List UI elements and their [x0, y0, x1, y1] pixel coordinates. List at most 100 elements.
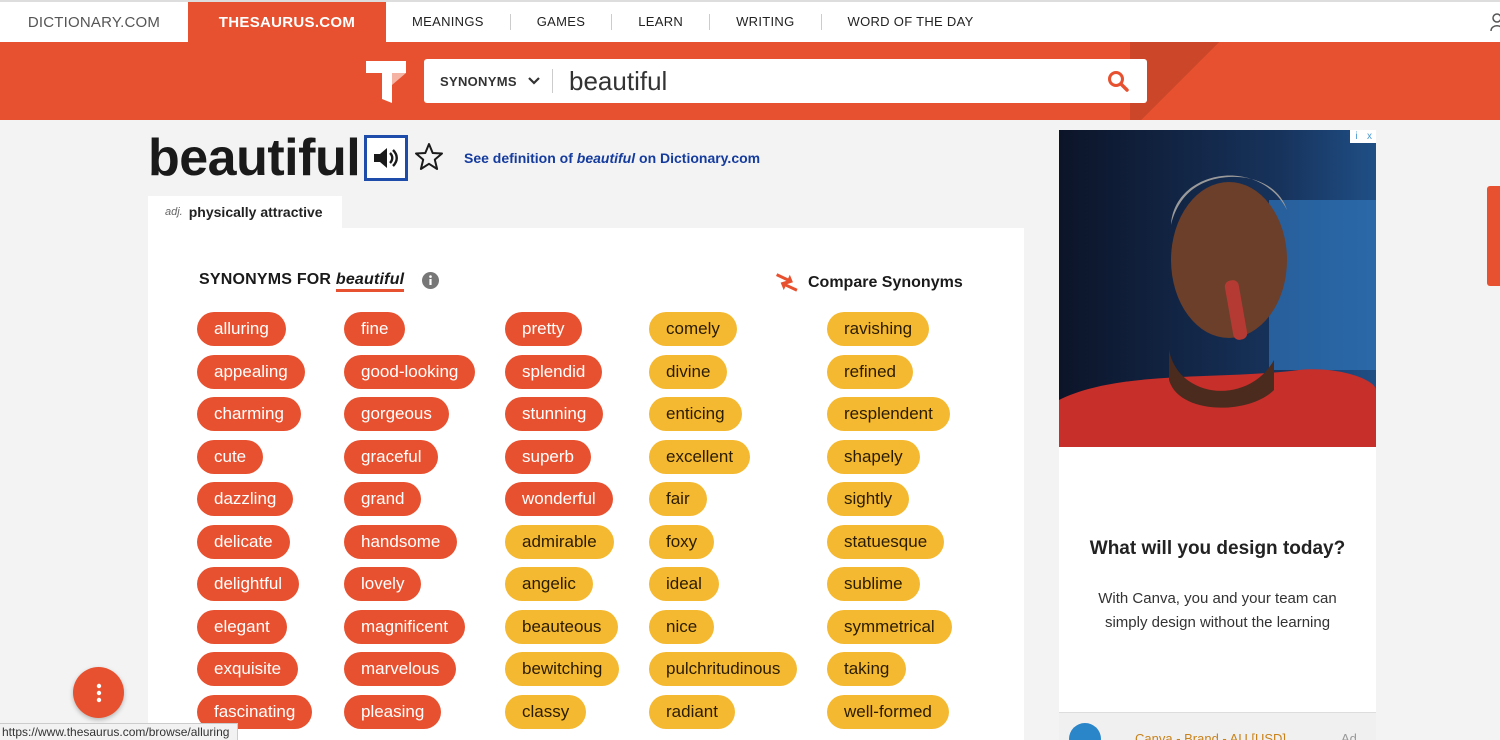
search-icon[interactable] [1107, 70, 1129, 92]
synonyms-heading-prefix: SYNONYMS FOR [199, 271, 336, 288]
user-icon[interactable] [1490, 12, 1500, 32]
synonym-chip[interactable]: delicate [197, 524, 290, 559]
nav-link-games[interactable]: GAMES [511, 14, 613, 30]
feedback-tab[interactable] [1487, 186, 1500, 286]
synonym-chip[interactable]: superb [505, 439, 591, 474]
chevron-down-icon [528, 77, 540, 85]
synonym-chip[interactable]: gorgeous [344, 397, 449, 431]
synonym-chip[interactable]: sightly [827, 482, 910, 516]
nav-thesaurus-link[interactable]: THESAURUS.COM [188, 2, 386, 42]
pronunciation-audio-button[interactable] [364, 135, 408, 181]
synonym-chip[interactable]: fair [649, 482, 707, 516]
definition-text: physically attractive [188, 204, 323, 220]
synonym-chip[interactable]: wonderful [505, 482, 613, 516]
synonym-chip[interactable]: well-formed [827, 694, 949, 729]
ad-close-badge[interactable]: x [1363, 130, 1376, 143]
ad-photo[interactable]: i x [1059, 130, 1376, 447]
synonyms-heading: SYNONYMS FOR beautiful [199, 271, 405, 292]
synonym-chip[interactable]: excellent [649, 439, 751, 474]
ad-headline: What will you design today? [1089, 538, 1346, 559]
synonym-chip[interactable]: delightful [197, 567, 300, 601]
synonym-chip[interactable]: refined [827, 354, 913, 389]
synonyms-heading-word: beautiful [335, 271, 405, 292]
synonym-chip[interactable]: charming [197, 397, 301, 431]
synonym-chip[interactable]: marvelous [344, 652, 457, 686]
synonym-chip[interactable]: comely [649, 312, 737, 346]
search-input[interactable] [553, 65, 1073, 97]
synonym-chip[interactable]: angelic [505, 567, 593, 601]
nav-link-learn[interactable]: LEARN [612, 14, 711, 30]
synonym-chip[interactable]: dazzling [197, 482, 294, 516]
nav-link-word-of-the-day[interactable]: WORD OF THE DAY [822, 14, 1000, 30]
synonym-chip[interactable]: enticing [649, 397, 742, 431]
synonym-chip[interactable]: shapely [827, 439, 920, 474]
synonym-chip[interactable]: pretty [505, 312, 582, 346]
definition-tab[interactable]: adj. physically attractive [148, 196, 342, 228]
synonym-chip[interactable]: beauteous [505, 609, 619, 644]
synonym-chip[interactable]: pulchritudinous [649, 652, 798, 686]
ad-badges: i x [1350, 130, 1376, 143]
search-band: SYNONYMS [0, 42, 1500, 120]
synonym-chip[interactable]: classy [505, 694, 587, 729]
ad-body: With Canva, you and your team can simply… [1098, 590, 1337, 631]
kebab-menu-icon [96, 683, 101, 702]
synonym-chip[interactable]: grand [344, 482, 422, 516]
synonym-chip[interactable]: taking [827, 652, 907, 686]
see-def-suffix: on Dictionary.com [635, 150, 761, 166]
synonyms-panel: SYNONYMS FOR beautiful Compare Synonyms … [148, 228, 1024, 740]
synonym-chip[interactable]: ideal [649, 567, 719, 601]
synonym-chip[interactable]: elegant [197, 609, 287, 644]
synonym-chip[interactable]: stunning [505, 397, 604, 431]
synonym-chip[interactable]: fine [344, 312, 406, 346]
ad-info-badge[interactable]: i [1350, 130, 1363, 143]
synonym-chip[interactable]: handsome [344, 524, 458, 559]
synonym-chip[interactable]: splendid [505, 354, 603, 389]
compare-arrows-icon[interactable] [774, 272, 800, 292]
advertisement[interactable]: i x What will you design today? With Can… [1059, 130, 1376, 740]
ad-footer[interactable]: Canva - Brand - AU [USD] Ad [1059, 712, 1376, 740]
synonym-chip[interactable]: magnificent [344, 609, 465, 644]
synonym-chip[interactable]: admirable [505, 524, 614, 559]
synonym-chip[interactable]: symmetrical [827, 609, 952, 644]
nav-link-writing[interactable]: WRITING [710, 14, 822, 30]
thesaurus-logo-icon[interactable] [364, 59, 408, 105]
floating-menu-button[interactable] [73, 667, 124, 718]
synonym-chip[interactable]: exquisite [197, 652, 299, 686]
synonym-chip[interactable]: sublime [827, 567, 920, 601]
see-def-prefix: See definition of [464, 150, 577, 166]
synonym-column-4: comely divine enticing excellent fair foxy ide… [649, 312, 798, 737]
synonym-column-2: fine good-looking gorgeous graceful grand han… [344, 312, 476, 737]
see-def-word: beautiful [576, 150, 636, 166]
synonym-chip[interactable]: appealing [197, 354, 305, 389]
synonym-chip[interactable]: radiant [649, 694, 735, 729]
synonym-chip[interactable]: bewitching [505, 652, 620, 686]
nav-link-meanings[interactable]: MEANINGS [386, 14, 511, 30]
synonym-chip[interactable]: resplendent [827, 397, 950, 431]
see-definition-link[interactable]: See definition of beautiful on Dictionar… [464, 150, 760, 166]
synonym-chip[interactable]: ravishing [827, 312, 930, 346]
search-type-dropdown[interactable]: SYNONYMS [424, 59, 552, 103]
ad-image [1059, 130, 1376, 447]
synonym-chip[interactable]: cute [197, 439, 264, 474]
synonym-chip[interactable]: lovely [344, 567, 422, 601]
ad-brand-logo [1069, 723, 1101, 740]
search-type-label: SYNONYMS [440, 73, 517, 89]
synonym-chip[interactable]: statuesque [827, 524, 945, 559]
search-bar: SYNONYMS [424, 59, 1147, 103]
synonym-chip[interactable]: nice [649, 609, 715, 644]
synonym-chip[interactable]: pleasing [344, 694, 442, 729]
ad-label: Ad [1341, 731, 1357, 740]
synonym-column-1: alluring appealing charming cute dazzling del… [197, 312, 313, 737]
info-icon[interactable] [422, 272, 439, 289]
star-icon[interactable] [414, 142, 444, 172]
compare-synonyms-link[interactable]: Compare Synonyms [808, 274, 963, 292]
synonym-column-3: pretty splendid stunning superb wonderful adm… [505, 312, 620, 737]
synonym-chip[interactable]: graceful [344, 439, 439, 474]
synonym-chip[interactable]: foxy [649, 524, 715, 559]
headword: beautiful [148, 129, 361, 187]
synonym-chip[interactable]: alluring [197, 312, 286, 346]
nav-dictionary-link[interactable]: DICTIONARY.COM [0, 2, 188, 42]
synonym-chip[interactable]: good-looking [344, 354, 476, 389]
nav-links: MEANINGS GAMES LEARN WRITING WORD OF THE… [386, 2, 1000, 42]
synonym-chip[interactable]: divine [649, 354, 728, 389]
